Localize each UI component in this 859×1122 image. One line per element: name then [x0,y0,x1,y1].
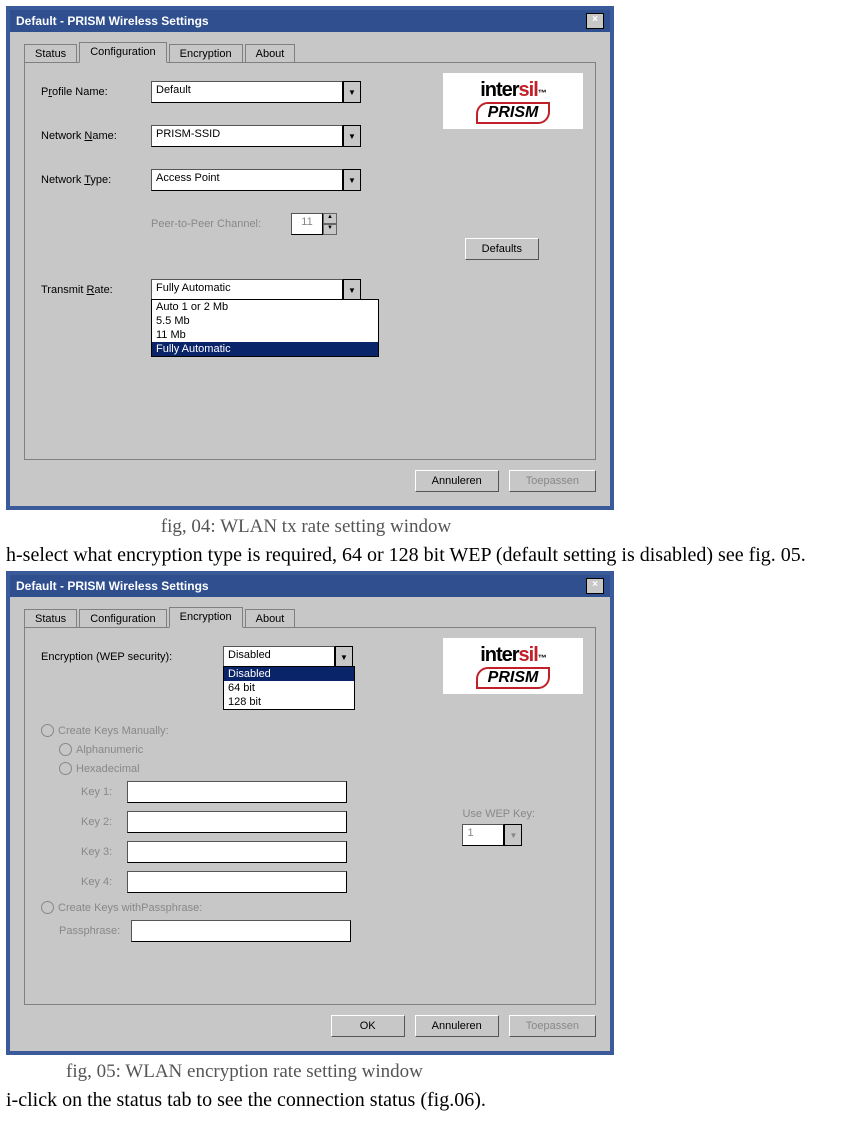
key1-label: Key 1: [81,786,127,798]
key3-label: Key 3: [81,846,127,858]
profile-name-label: Profile Name: [41,86,151,98]
rate-option[interactable]: 5.5 Mb [152,314,378,328]
chevron-down-icon: ▼ [504,824,522,846]
wlan-encryption-window: Default - PRISM Wireless Settings × Stat… [6,571,614,1055]
transmit-rate-combo[interactable]: Fully Automatic ▼ [151,279,361,301]
use-wep-label: Use WEP Key: [462,808,535,820]
p2p-channel-label: Peer-to-Peer Channel: [151,218,291,230]
hexadecimal-radio: Hexadecimal [59,762,579,775]
tabs: Status Configuration Encryption About [24,607,596,628]
key4-input [127,871,347,893]
chevron-down-icon[interactable]: ▼ [343,279,361,301]
cancel-button[interactable]: Annuleren [415,470,499,492]
wlan-tx-rate-window: Default - PRISM Wireless Settings × Stat… [6,6,614,510]
titlebar[interactable]: Default - PRISM Wireless Settings × [10,10,610,32]
spinner-buttons: ▲▼ [323,213,337,235]
radio-icon [41,901,54,914]
key2-label: Key 2: [81,816,127,828]
close-icon[interactable]: × [586,13,604,29]
tab-configuration[interactable]: Configuration [79,609,166,628]
rate-option[interactable]: 11 Mb [152,328,378,342]
network-name-label: Network Name: [41,130,151,142]
key2-input [127,811,347,833]
encryption-option[interactable]: 128 bit [224,695,354,709]
use-wep-key: Use WEP Key: 1 ▼ [462,808,535,846]
close-icon[interactable]: × [586,578,604,594]
configuration-panel: intersil™ PRISM Profile Name: Default ▼ … [24,62,596,460]
tab-about[interactable]: About [245,44,296,63]
chevron-down-icon[interactable]: ▼ [335,646,353,668]
tab-encryption[interactable]: Encryption [169,44,243,63]
encryption-option[interactable]: 64 bit [224,681,354,695]
encryption-dropdown[interactable]: Disabled 64 bit 128 bit [223,666,355,710]
p2p-channel-spinner: 11 ▲▼ [291,213,337,235]
network-type-value[interactable]: Access Point [151,169,343,191]
passphrase-label: Passphrase: [59,925,131,937]
titlebar[interactable]: Default - PRISM Wireless Settings × [10,575,610,597]
key4-label: Key 4: [81,876,127,888]
network-name-combo[interactable]: PRISM-SSID ▼ [151,125,361,147]
chevron-down-icon[interactable]: ▼ [343,125,361,147]
tab-status[interactable]: Status [24,609,77,628]
profile-name-combo[interactable]: Default ▼ [151,81,361,103]
network-type-label: Network Type: [41,174,151,186]
tab-encryption[interactable]: Encryption [169,607,243,628]
chevron-down-icon[interactable]: ▼ [343,81,361,103]
key1-input [127,781,347,803]
window-title: Default - PRISM Wireless Settings [16,579,209,593]
rate-option-selected[interactable]: Fully Automatic [152,342,378,356]
rate-option[interactable]: Auto 1 or 2 Mb [152,300,378,314]
ok-button[interactable]: OK [331,1015,405,1037]
apply-button: Toepassen [509,470,596,492]
encryption-label: Encryption (WEP security): [41,651,223,663]
profile-name-value[interactable]: Default [151,81,343,103]
radio-icon [59,743,72,756]
tab-about[interactable]: About [245,609,296,628]
transmit-rate-label: Transmit Rate: [41,284,151,296]
radio-icon [41,724,54,737]
use-wep-value: 1 [462,824,504,846]
apply-button: Toepassen [509,1015,596,1037]
tabs: Status Configuration Encryption About [24,42,596,63]
encryption-option-selected[interactable]: Disabled [224,667,354,681]
encryption-combo[interactable]: Disabled ▼ [223,646,353,668]
chevron-down-icon[interactable]: ▼ [343,169,361,191]
figure-04-caption: fig, 04: WLAN tx rate setting window [6,510,606,542]
create-keys-manually-radio: Create Keys Manually: [41,724,579,737]
paragraph-i: i-click on the status tab to see the con… [6,1089,859,1112]
transmit-rate-value[interactable]: Fully Automatic [151,279,343,301]
intersil-prism-logo: intersil™ PRISM [443,73,583,129]
defaults-button[interactable]: Defaults [465,238,539,260]
tab-status[interactable]: Status [24,44,77,63]
paragraph-h: h-select what encryption type is require… [6,544,859,567]
passphrase-row: Passphrase: [59,920,579,942]
alphanumeric-radio: Alphanumeric [59,743,579,756]
create-keys-passphrase-radio: Create Keys with Passphrase: [41,901,579,914]
tab-configuration[interactable]: Configuration [79,42,166,63]
encryption-value[interactable]: Disabled [223,646,335,668]
network-type-combo[interactable]: Access Point ▼ [151,169,361,191]
key3-input [127,841,347,863]
passphrase-input [131,920,351,942]
radio-icon [59,762,72,775]
encryption-panel: intersil™ PRISM Encryption (WEP security… [24,627,596,1005]
cancel-button[interactable]: Annuleren [415,1015,499,1037]
network-name-value[interactable]: PRISM-SSID [151,125,343,147]
transmit-rate-dropdown[interactable]: Auto 1 or 2 Mb 5.5 Mb 11 Mb Fully Automa… [151,299,379,357]
window-title: Default - PRISM Wireless Settings [16,14,209,28]
figure-05-caption: fig, 05: WLAN encryption rate setting wi… [6,1055,666,1087]
p2p-channel-value: 11 [291,213,323,235]
